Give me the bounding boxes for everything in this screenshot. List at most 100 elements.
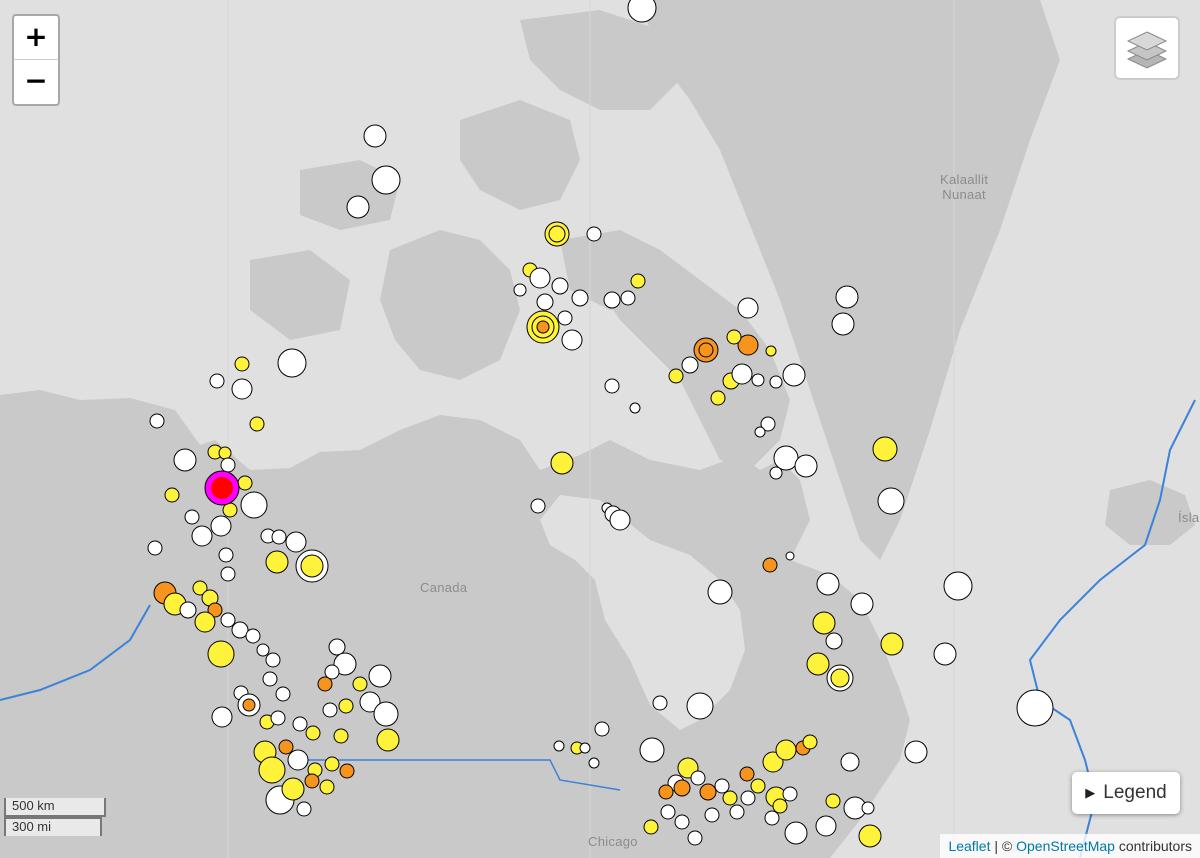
earthquake-marker[interactable]	[536, 293, 554, 311]
earthquake-marker[interactable]	[553, 740, 565, 752]
earthquake-marker[interactable]	[943, 571, 973, 601]
earthquake-marker[interactable]	[772, 798, 788, 814]
legend-button[interactable]: ▶ Legend	[1072, 772, 1180, 814]
earthquake-marker[interactable]	[184, 509, 200, 525]
earthquake-marker[interactable]	[872, 436, 898, 462]
earthquake-marker[interactable]	[740, 790, 756, 806]
earthquake-marker[interactable]	[548, 225, 566, 243]
earthquake-marker[interactable]	[305, 725, 321, 741]
earthquake-marker[interactable]	[698, 342, 714, 358]
earthquake-marker[interactable]	[762, 557, 778, 573]
earthquake-marker[interactable]	[245, 628, 261, 644]
earthquake-marker[interactable]	[1016, 689, 1054, 727]
earthquake-marker[interactable]	[850, 592, 874, 616]
earthquake-marker[interactable]	[840, 752, 860, 772]
earthquake-marker[interactable]	[237, 475, 253, 491]
earthquake-marker[interactable]	[704, 807, 720, 823]
earthquake-marker[interactable]	[877, 487, 905, 515]
earthquake-marker[interactable]	[513, 283, 527, 297]
earthquake-marker[interactable]	[784, 821, 808, 845]
earthquake-marker[interactable]	[586, 226, 602, 242]
earthquake-marker[interactable]	[604, 378, 620, 394]
earthquake-marker[interactable]	[687, 830, 703, 846]
earthquake-marker[interactable]	[933, 642, 957, 666]
earthquake-marker[interactable]	[191, 525, 213, 547]
earthquake-marker[interactable]	[729, 804, 745, 820]
earthquake-marker[interactable]	[317, 676, 333, 692]
earthquake-marker[interactable]	[373, 701, 399, 727]
earthquake-marker[interactable]	[815, 815, 837, 837]
earthquake-marker[interactable]	[643, 819, 659, 835]
earthquake-marker[interactable]	[278, 739, 294, 755]
earthquake-marker[interactable]	[794, 454, 818, 478]
earthquake-marker[interactable]	[673, 779, 691, 797]
earthquake-marker[interactable]	[368, 664, 392, 688]
earthquake-marker[interactable]	[287, 749, 309, 771]
earthquake-marker[interactable]	[173, 448, 197, 472]
earthquake-marker[interactable]	[275, 686, 291, 702]
earthquake-marker[interactable]	[773, 445, 799, 471]
earthquake-marker[interactable]	[240, 491, 268, 519]
earthquake-marker[interactable]	[557, 310, 573, 326]
earthquake-marker[interactable]	[234, 356, 250, 372]
earthquake-marker[interactable]	[258, 756, 286, 784]
earthquake-marker[interactable]	[363, 124, 387, 148]
earthquake-marker[interactable]	[262, 671, 278, 687]
earthquake-marker[interactable]	[652, 695, 668, 711]
earthquake-marker[interactable]	[710, 390, 726, 406]
earthquake-marker[interactable]	[681, 356, 699, 374]
earthquake-marker[interactable]	[831, 312, 855, 336]
earthquake-marker[interactable]	[880, 632, 904, 656]
earthquake-marker[interactable]	[726, 329, 742, 345]
earthquake-marker[interactable]	[639, 737, 665, 763]
earthquake-marker[interactable]	[147, 540, 163, 556]
earthquake-marker[interactable]	[220, 566, 236, 582]
earthquake-marker[interactable]	[530, 498, 546, 514]
earthquake-marker[interactable]	[806, 652, 830, 676]
selected-marker[interactable]	[211, 477, 233, 499]
earthquake-marker[interactable]	[690, 770, 706, 786]
earthquake-marker[interactable]	[660, 804, 676, 820]
earthquake-marker[interactable]	[714, 778, 730, 794]
earthquake-marker[interactable]	[322, 702, 338, 718]
earthquake-marker[interactable]	[594, 721, 610, 737]
earthquake-marker[interactable]	[785, 551, 795, 561]
earthquake-marker[interactable]	[775, 739, 797, 761]
earthquake-marker[interactable]	[296, 801, 312, 817]
earthquake-marker[interactable]	[561, 329, 583, 351]
earthquake-marker[interactable]	[630, 273, 646, 289]
earthquake-marker[interactable]	[270, 710, 286, 726]
earthquake-marker[interactable]	[707, 579, 733, 605]
earthquake-marker[interactable]	[265, 550, 289, 574]
earthquake-marker[interactable]	[328, 638, 346, 656]
earthquake-marker[interactable]	[686, 692, 714, 720]
earthquake-marker[interactable]	[256, 643, 270, 657]
earthquake-marker[interactable]	[210, 515, 232, 537]
earthquake-marker[interactable]	[825, 793, 841, 809]
earthquake-marker[interactable]	[858, 824, 882, 848]
earthquake-marker[interactable]	[352, 676, 368, 692]
earthquake-marker[interactable]	[231, 378, 253, 400]
leaflet-link[interactable]: Leaflet	[948, 838, 990, 854]
earthquake-marker[interactable]	[830, 668, 850, 688]
earthquake-marker[interactable]	[861, 801, 875, 815]
earthquake-marker[interactable]	[209, 373, 225, 389]
earthquake-marker[interactable]	[904, 740, 928, 764]
earthquake-marker[interactable]	[179, 601, 197, 619]
earthquake-marker[interactable]	[376, 728, 400, 752]
earthquake-marker[interactable]	[674, 814, 690, 830]
earthquake-marker[interactable]	[769, 466, 783, 480]
zoom-out-button[interactable]: −	[14, 60, 58, 103]
earthquake-marker[interactable]	[242, 698, 256, 712]
earthquake-marker[interactable]	[285, 531, 307, 553]
earthquake-marker[interactable]	[603, 291, 621, 309]
earthquake-marker[interactable]	[764, 810, 780, 826]
earthquake-marker[interactable]	[304, 773, 320, 789]
layers-control-button[interactable]	[1114, 16, 1180, 80]
earthquake-marker[interactable]	[220, 457, 236, 473]
earthquake-marker[interactable]	[271, 529, 287, 545]
earthquake-marker[interactable]	[536, 320, 550, 334]
earthquake-marker[interactable]	[782, 363, 806, 387]
earthquake-marker[interactable]	[339, 763, 355, 779]
earthquake-marker[interactable]	[292, 716, 308, 732]
